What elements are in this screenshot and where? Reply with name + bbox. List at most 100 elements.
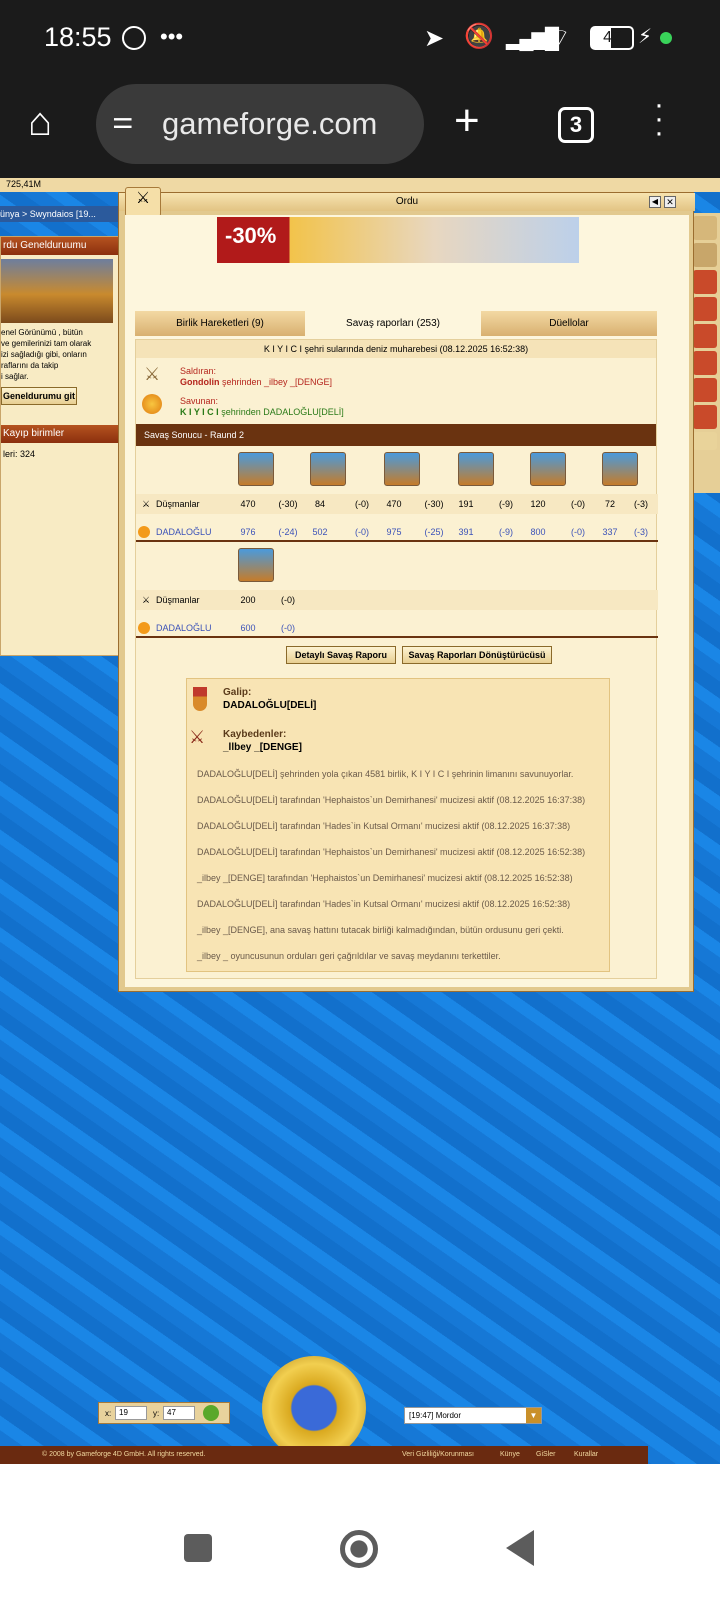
losers-name[interactable]: _llbey _[DENGE] [223,742,302,753]
tab-troop-movements[interactable]: Birlik Hareketleri (9) [135,311,305,336]
close-icon[interactable]: ✕ [664,196,676,208]
breadcrumb: ünya > Swyndaios [19... [0,206,118,222]
advisor-icon[interactable] [693,324,717,348]
medal-icon [193,687,207,711]
count: 120 [530,499,546,509]
menu-icon[interactable]: · · · [654,90,664,148]
home-circle-icon[interactable] [340,1530,378,1568]
defender-label: Savunan: [180,396,219,406]
count: 84 [314,499,325,509]
overview-text: enel Görünümü , bütün ve gemilerinizi ta… [1,327,119,382]
top-resource-bar [0,178,720,192]
back-icon[interactable] [506,1530,534,1566]
loss: (-0) [281,595,295,605]
more-dots-icon: ••• [160,24,184,49]
y-input[interactable]: 47 [163,1406,195,1420]
main-compass-button[interactable] [262,1356,366,1460]
attacker-label: Saldıran: [180,366,217,376]
overview-line: enel Görünümü , bütün [1,328,83,337]
army-overview-image [1,259,113,323]
losers-label: Kaybedenler: [223,729,287,740]
site-settings-icon[interactable]: ⚌ [112,106,134,135]
unit-lighthouse-icon[interactable] [458,452,494,486]
promo-banner[interactable]: -30% [217,217,579,263]
unit-bireme-icon[interactable] [238,452,274,486]
location-icon: ➤ [424,25,445,52]
unit-colony-ship-icon[interactable] [530,452,566,486]
tab-duels[interactable]: Düellolar [481,311,657,336]
home-icon[interactable]: ⌂ [28,100,52,145]
clock: 18:55 [44,22,112,52]
advisor-icon[interactable] [693,297,717,321]
count: 502 [312,527,328,537]
ally-label[interactable]: DADALOĞLU [156,618,216,638]
promo-discount: -30% [225,223,277,248]
scroll-arrows-icon[interactable] [693,432,717,450]
defender-line: K I Y I C I şehrinden DADALOĞLU[DELİ] [180,407,344,417]
status-bar: 18:55 ••• ➤ 🔕 ▂▄▆█ ⌔ 47 ⚡ [0,0,720,80]
enemy-icon: ⚔ [141,499,151,509]
advisor-icon[interactable] [693,405,717,429]
footer-link-privacy[interactable]: Veri Gizliliği/Korunması [402,1446,474,1464]
unit-catapult-icon[interactable] [238,548,274,582]
recents-icon[interactable] [184,1534,212,1562]
log-line: DADALOĞLU[DELİ] tarafından 'Hephaistos`u… [197,795,586,805]
footer-link-imprint[interactable]: Künye [500,1446,520,1464]
go-icon[interactable] [203,1405,219,1421]
unit-transport-icon[interactable] [602,452,638,486]
url-bar[interactable]: ⚌ gameforge.com [96,84,424,164]
losses-header[interactable]: Kayıp birimler [1,425,119,443]
count: 976 [240,527,256,537]
army-overview-header[interactable]: rdu Genelduruumu [1,237,119,255]
city-select-value: [19:47] Mordor [409,1411,462,1420]
winner-name[interactable]: DADALOĞLU[DELİ] [223,700,316,711]
coords-box: x: 19 y: 47 [98,1402,230,1424]
attacker-city[interactable]: Gondolin [180,377,220,387]
log-line: DADALOĞLU[DELİ] tarafından 'Hades`in Kut… [197,899,571,909]
overview-line: izi sağladığı gibi, onların [1,350,87,359]
chat-icon[interactable] [693,243,717,267]
overview-line: ve gemilerinizi tam olarak [1,339,92,348]
enemy-row: ⚔ Düşmanlar 200 (-0) [136,590,658,610]
detailed-report-button[interactable]: Detaylı Savaş Raporu [286,646,396,664]
chevron-down-icon[interactable]: ▼ [526,1408,541,1423]
advisor-icon[interactable] [693,351,717,375]
loss: (-3) [634,527,648,537]
tab-switcher[interactable]: 3 [558,107,594,143]
attacker-player[interactable]: şehrinden _ilbey _[DENGE] [220,377,332,387]
browser-toolbar: ⌂ ⚌ gameforge.com + 3 · · · [0,80,720,178]
tab-battle-reports[interactable]: Savaş raporları (253) [307,311,479,336]
footer-link-gisler[interactable]: GiSler [536,1446,555,1464]
ship-icon[interactable] [693,216,717,240]
mute-icon: 🔕 [464,23,494,50]
minimize-icon[interactable]: ◀ [649,196,661,208]
unit-fire-ship-icon[interactable] [310,452,346,486]
advisor-icon[interactable] [693,378,717,402]
defender-player[interactable]: şehrinden DADALOĞLU[DELİ] [219,407,344,417]
window-title[interactable]: Ordu [119,193,695,211]
enemy-icon: ⚔ [141,595,151,605]
ally-icon [138,622,150,634]
defender-city[interactable]: K I Y I C I [180,407,219,417]
notification-dot [660,32,672,44]
breadcrumb-city[interactable]: Swyndaios [19... [30,209,96,219]
new-tab-icon[interactable]: + [454,96,480,146]
log-line: DADALOĞLU[DELİ] tarafından 'Hades`in Kut… [197,821,571,831]
advisor-icon[interactable] [693,270,717,294]
breadcrumb-world[interactable]: ünya > [0,209,27,219]
report-converter-button[interactable]: Savaş Raporları Dönüştürücüsü [402,646,552,664]
whatsapp-icon [122,26,146,50]
android-nav-bar [0,1496,720,1600]
x-input[interactable]: 19 [115,1406,147,1420]
log-line: _ilbey _[DENGE], ana savaş hattını tutac… [197,925,564,935]
enemy-label: Düşmanlar [156,499,200,509]
overview-line: i sağlar. [1,372,29,381]
unit-trireme-icon[interactable] [384,452,420,486]
ally-label[interactable]: DADALOĞLU [156,522,216,542]
city-select[interactable]: [19:47] Mordor ▼ [404,1407,542,1424]
winner-label: Galip: [223,687,252,698]
ally-row: DADALOĞLU 976 (-24) 502 (-0) 975 (-25) 3… [136,522,658,542]
enemy-label: Düşmanlar [156,595,200,605]
footer-link-rules[interactable]: Kurallar [574,1446,598,1464]
goto-overview-button[interactable]: Geneldurumu git [1,387,77,405]
